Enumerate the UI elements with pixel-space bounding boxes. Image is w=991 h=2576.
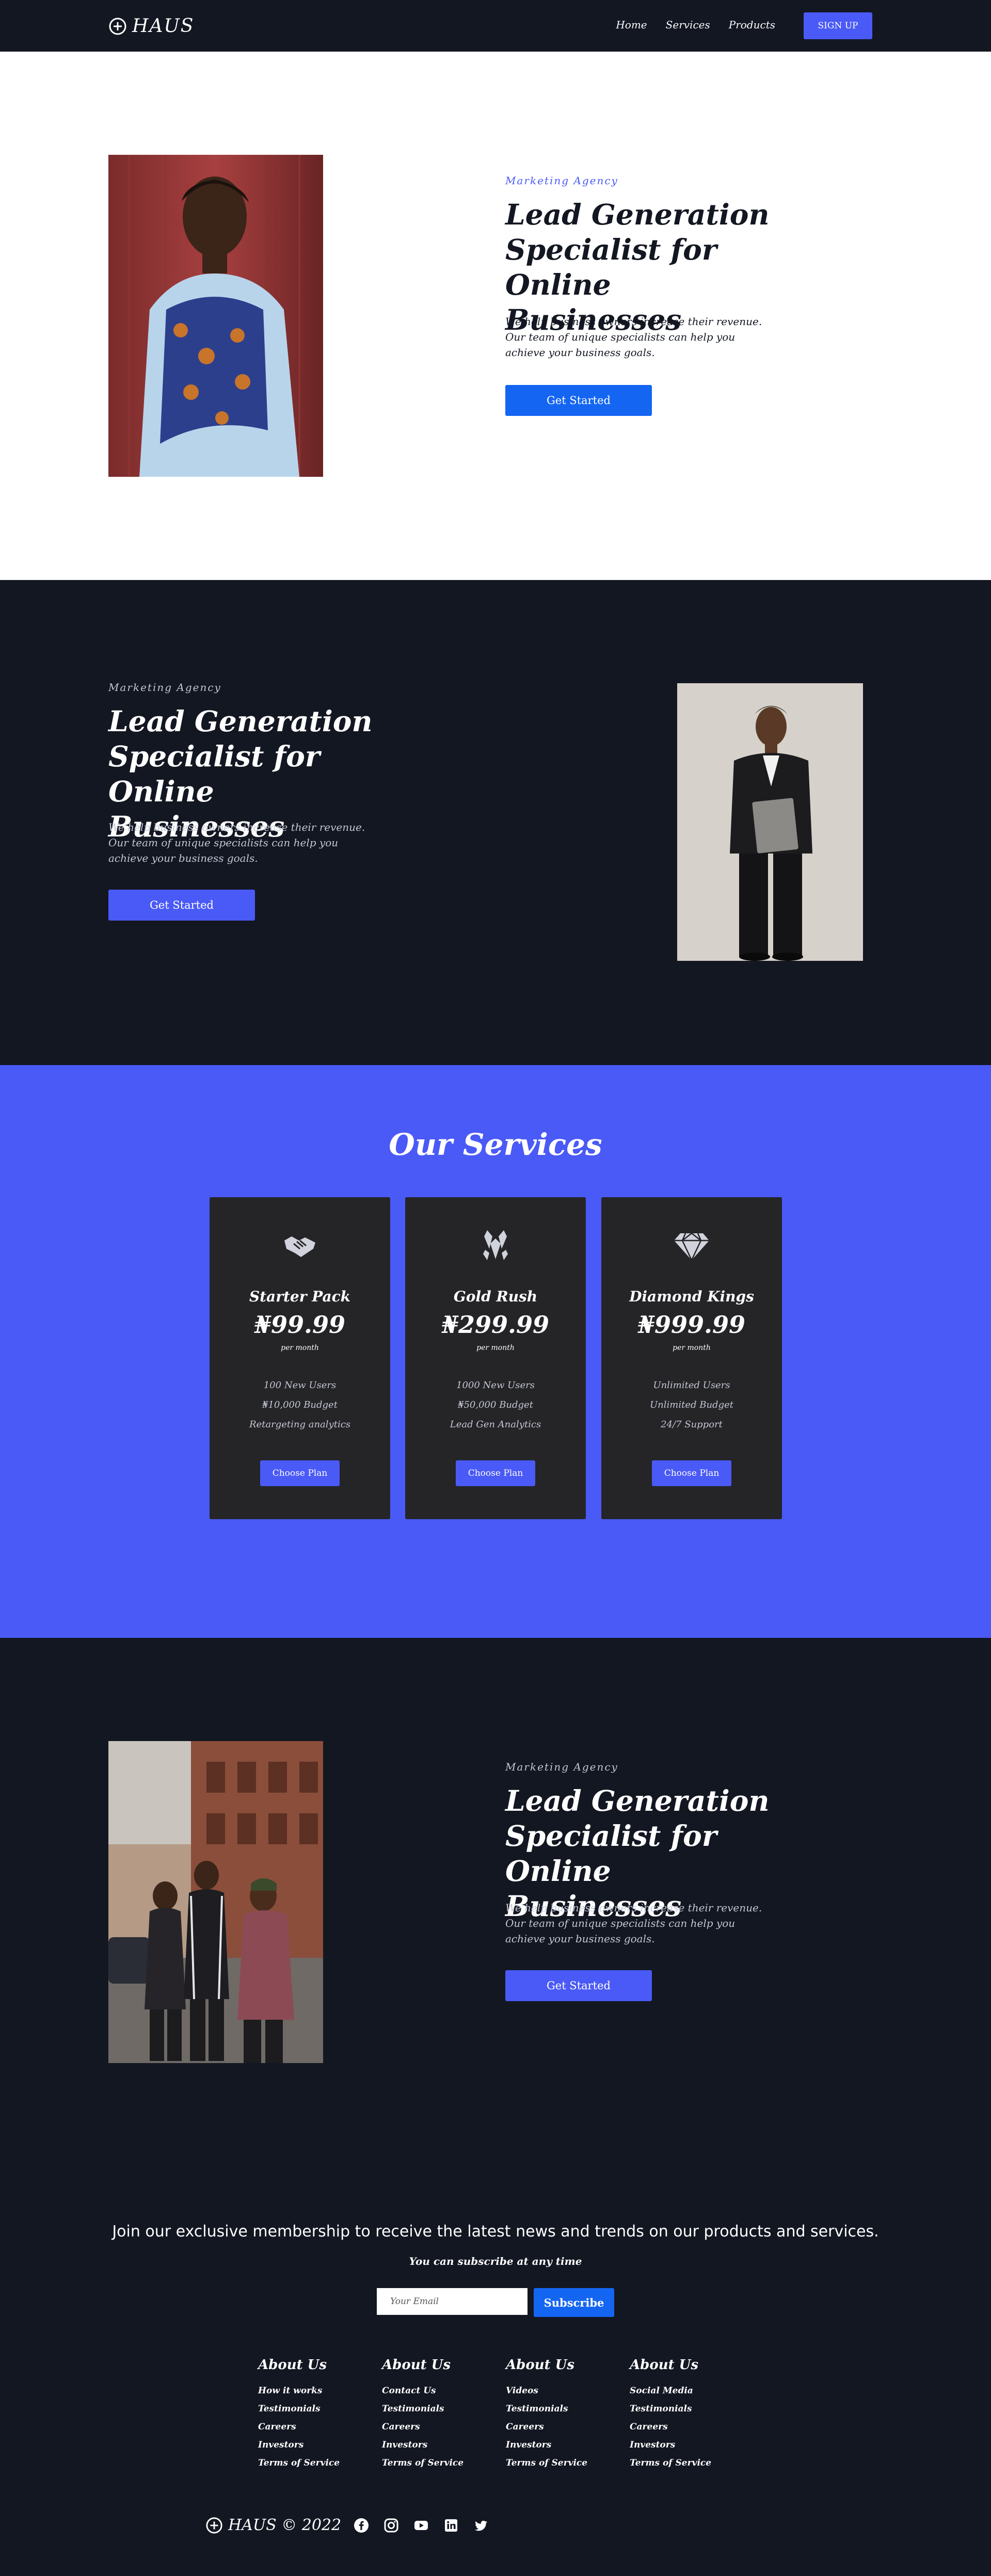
subscribe-note: You can subscribe at any time — [409, 2255, 582, 2267]
subscribe-button[interactable]: Subscribe — [534, 2288, 614, 2317]
footer-link[interactable]: Terms of Service — [258, 2458, 340, 2468]
footer-link[interactable]: How it works — [258, 2386, 322, 2396]
footer-bottom: HAUS © 2022 — [205, 2516, 489, 2534]
footer-link[interactable]: Videos — [506, 2386, 538, 2396]
plan-features: Unlimited Users Unlimited Budget 24/7 Su… — [601, 1376, 782, 1435]
footer-column-title: About Us — [630, 2357, 698, 2373]
facebook-icon[interactable] — [354, 2518, 369, 2533]
footer-link[interactable]: Social Media — [630, 2386, 693, 2396]
footer-link[interactable]: Testimonials — [630, 2404, 692, 2414]
footer-column-title: About Us — [382, 2357, 451, 2373]
hero3-blurb: We help business owners increase their r… — [505, 1902, 762, 1945]
footer-link[interactable]: Investors — [258, 2440, 303, 2450]
plan-name: Starter Pack — [249, 1288, 351, 1305]
choose-plan-button-diamond[interactable]: Choose Plan — [652, 1460, 731, 1486]
hero-section-1: Marketing Agency Lead Generation Special… — [0, 52, 991, 580]
footer-link[interactable]: Testimonials — [382, 2404, 444, 2414]
footer-column-1: About Us How it works Testimonials Caree… — [258, 2357, 372, 2472]
plan-feature: 24/7 Support — [661, 1419, 723, 1430]
footer-brand: HAUS © 2022 — [205, 2516, 341, 2534]
plan-price: ₦299.99 — [441, 1311, 550, 1339]
footer-link[interactable]: Investors — [506, 2440, 551, 2450]
plan-feature: Retargeting analytics — [249, 1419, 351, 1430]
hero-section-3: Marketing Agency Lead Generation Special… — [0, 1638, 991, 2180]
hero1-get-started-button[interactable]: Get Started — [505, 385, 652, 416]
nav-link-products[interactable]: Products — [729, 19, 775, 31]
hero2-blurb: We help business owners increase their r… — [108, 821, 365, 864]
footer-link[interactable]: Terms of Service — [630, 2458, 711, 2468]
footer-link[interactable]: Terms of Service — [506, 2458, 587, 2468]
plan-card-gold: Gold Rush ₦299.99 per month 1000 New Use… — [405, 1197, 586, 1519]
plan-card-diamond: Diamond Kings ₦999.99 per month Unlimite… — [601, 1197, 782, 1519]
plan-feature: Unlimited Budget — [650, 1399, 733, 1410]
plan-feature: ₦50,000 Budget — [458, 1399, 533, 1410]
handshake-icon — [284, 1236, 315, 1257]
logo-icon — [109, 18, 126, 35]
plan-period: per month — [673, 1344, 711, 1352]
plan-price: ₦999.99 — [637, 1311, 746, 1339]
footer: Join our exclusive membership to receive… — [0, 2180, 991, 2576]
signup-button[interactable]: SIGN UP — [804, 12, 872, 39]
plan-name: Gold Rush — [453, 1288, 538, 1305]
plan-period: per month — [281, 1344, 319, 1352]
plan-period: per month — [476, 1344, 515, 1352]
linkedin-icon[interactable] — [443, 2518, 459, 2533]
footer-column-4: About Us Social Media Testimonials Caree… — [630, 2357, 743, 2472]
footer-column-3: About Us Videos Testimonials Careers Inv… — [506, 2357, 619, 2472]
footer-link[interactable]: Investors — [382, 2440, 427, 2450]
hero-photo-street-group — [108, 1741, 323, 2063]
gem-cluster-icon — [483, 1230, 508, 1260]
plan-feature: 1000 New Users — [456, 1380, 535, 1391]
top-nav: HAUS Home Services Products SIGN UP — [0, 0, 991, 52]
plan-card-starter: Starter Pack ₦99.99 per month 100 New Us… — [210, 1197, 390, 1519]
nav-links: Home Services Products — [616, 19, 775, 31]
footer-column-title: About Us — [506, 2357, 574, 2373]
hero1-eyebrow: Marketing Agency — [505, 174, 618, 187]
plan-name: Diamond Kings — [629, 1288, 754, 1305]
hero3-get-started-button[interactable]: Get Started — [505, 1970, 652, 2001]
hero-photo-woman — [108, 155, 323, 477]
choose-plan-button-gold[interactable]: Choose Plan — [456, 1460, 535, 1486]
membership-text: Join our exclusive membership to receive… — [112, 2223, 879, 2241]
services-title: Our Services — [389, 1127, 602, 1162]
diamond-icon — [674, 1232, 709, 1262]
plan-feature: ₦10,000 Budget — [262, 1399, 338, 1410]
youtube-icon[interactable] — [413, 2518, 429, 2533]
copyright-text: HAUS © 2022 — [228, 2516, 342, 2534]
services-section: Our Services Starter Pack ₦99.99 per mon… — [0, 1065, 991, 1638]
logo-text: HAUS — [132, 15, 195, 37]
footer-column-title: About Us — [258, 2357, 327, 2373]
hero1-blurb: We help business owners increase their r… — [505, 315, 762, 359]
plan-price: ₦99.99 — [254, 1311, 346, 1339]
footer-link[interactable]: Careers — [382, 2422, 420, 2432]
logo[interactable]: HAUS — [108, 15, 194, 37]
footer-link[interactable]: Investors — [630, 2440, 675, 2450]
footer-link[interactable]: Careers — [258, 2422, 296, 2432]
hero2-get-started-button[interactable]: Get Started — [108, 890, 255, 921]
footer-column-2: About Us Contact Us Testimonials Careers… — [382, 2357, 496, 2472]
email-input[interactable] — [377, 2288, 528, 2315]
nav-link-home[interactable]: Home — [616, 19, 647, 31]
instagram-icon[interactable] — [383, 2518, 399, 2533]
nav-link-services[interactable]: Services — [666, 19, 710, 31]
plan-feature: 100 New Users — [263, 1380, 337, 1391]
footer-link[interactable]: Testimonials — [258, 2404, 321, 2414]
hero2-eyebrow: Marketing Agency — [108, 681, 221, 694]
plan-feature: Lead Gen Analytics — [450, 1419, 541, 1430]
hero3-eyebrow: Marketing Agency — [505, 1761, 618, 1773]
choose-plan-button-starter[interactable]: Choose Plan — [260, 1460, 340, 1486]
footer-link[interactable]: Testimonials — [506, 2404, 568, 2414]
plan-features: 100 New Users ₦10,000 Budget Retargeting… — [210, 1376, 390, 1435]
twitter-icon[interactable] — [473, 2518, 489, 2533]
hero-section-2: Marketing Agency Lead Generation Special… — [0, 580, 991, 1065]
logo-icon — [206, 2517, 222, 2534]
footer-link[interactable]: Contact Us — [382, 2386, 436, 2396]
plan-features: 1000 New Users ₦50,000 Budget Lead Gen A… — [405, 1376, 586, 1435]
social-links — [354, 2518, 489, 2533]
plan-feature: Unlimited Users — [653, 1380, 730, 1391]
footer-link[interactable]: Careers — [506, 2422, 544, 2432]
hero-photo-businessman — [677, 683, 863, 961]
footer-link[interactable]: Careers — [630, 2422, 668, 2432]
footer-link[interactable]: Terms of Service — [382, 2458, 463, 2468]
